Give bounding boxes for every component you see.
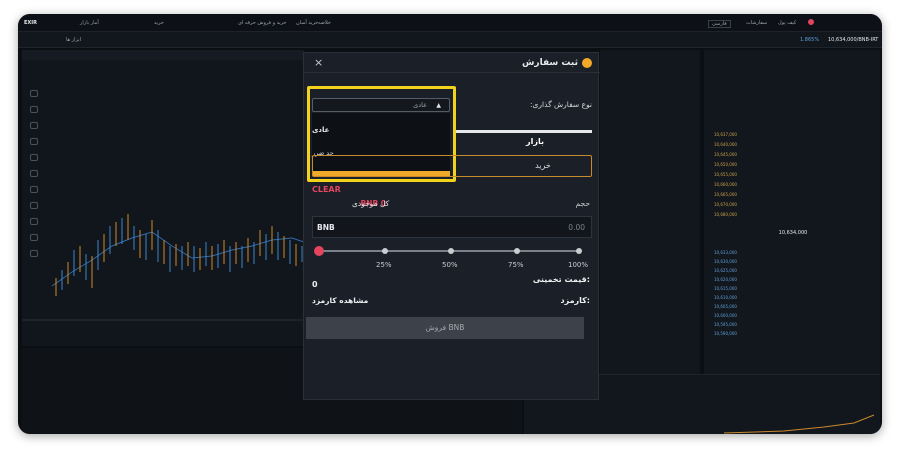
balance-label: کل موجودی xyxy=(352,199,390,208)
nav-orders[interactable]: سفارشات xyxy=(746,20,767,26)
order-book-row[interactable]: 10,595,000 xyxy=(714,322,872,328)
pattern-icon[interactable] xyxy=(30,154,38,161)
estimated-price-label: قیمت تخمینی: xyxy=(532,275,590,284)
eye-icon[interactable] xyxy=(30,234,38,241)
app-window: EXIR آمار بازار خرید خرید و فروش حرفه ای… xyxy=(18,14,882,434)
notification-icon[interactable] xyxy=(808,19,814,25)
order-book-row[interactable]: 10,620,000 xyxy=(714,277,872,283)
pair-price: 10,634,000/BNB-IRT xyxy=(828,37,879,43)
measure-icon[interactable] xyxy=(30,170,38,177)
estimated-price-value: 0 xyxy=(312,280,318,289)
language-select[interactable]: فارسی xyxy=(708,20,731,28)
slider-label-100: 100% xyxy=(568,261,589,269)
slider-label-50: 50% xyxy=(442,261,458,269)
order-book-row[interactable]: 10,630,000 xyxy=(714,259,872,265)
place-order-modal: ثبت سفارش × نوع سفارش گذاری: عادی ▲ عادی… xyxy=(303,52,600,400)
trendline-icon[interactable] xyxy=(30,106,38,113)
amount-unit: BNB xyxy=(317,223,335,232)
slider-handle[interactable] xyxy=(314,246,324,256)
logo: EXIR xyxy=(24,20,37,26)
trash-icon[interactable] xyxy=(30,250,38,257)
order-book-row[interactable]: 10,670,000 xyxy=(714,202,872,208)
order-book-row[interactable]: 10,605,000 xyxy=(714,304,872,310)
modal-title: ثبت سفارش xyxy=(521,58,578,68)
order-book-last-price: 10,634,000 xyxy=(778,230,808,236)
order-book-row[interactable]: 10,645,000 xyxy=(714,152,872,158)
order-book-row[interactable]: 10,600,000 xyxy=(714,313,872,319)
nav-item-summary[interactable]: خلاصه xyxy=(318,20,331,26)
order-book-row[interactable]: 10,640,000 xyxy=(714,142,872,148)
view-fee-link[interactable]: مشاهده کارمزد xyxy=(312,296,368,305)
top-navbar: EXIR آمار بازار خرید خرید و فروش حرفه ای… xyxy=(18,14,882,32)
order-book-row[interactable]: 10,590,000 xyxy=(714,331,872,337)
order-type-label: نوع سفارش گذاری: xyxy=(530,100,592,109)
clear-button[interactable]: CLEAR xyxy=(312,185,341,194)
nav-item-buy[interactable]: خرید xyxy=(154,20,164,26)
crosshair-icon[interactable] xyxy=(30,90,38,97)
tab-market[interactable]: بازار xyxy=(526,137,544,146)
order-book-row[interactable]: 10,655,000 xyxy=(714,172,872,178)
magnet-icon[interactable] xyxy=(30,202,38,209)
lock-icon[interactable] xyxy=(30,218,38,225)
slider-label-75: 75% xyxy=(508,261,524,269)
order-book-row[interactable]: 10,610,000 xyxy=(714,295,872,301)
amount-value: 0.00 xyxy=(568,223,585,232)
slider-stop-50[interactable] xyxy=(448,248,454,254)
buy-toggle-button[interactable]: خرید xyxy=(312,155,592,177)
volume-label: حجم xyxy=(575,199,590,208)
amount-input[interactable]: BNB 0.00 xyxy=(312,216,592,238)
text-icon[interactable] xyxy=(30,138,38,145)
price-change: 1.865% xyxy=(800,37,820,43)
drawing-toolbar xyxy=(30,90,40,340)
order-book-row[interactable]: 10,633,000 xyxy=(714,250,872,256)
modal-header: ثبت سفارش × xyxy=(304,53,600,73)
fee-label: کارمزد: xyxy=(560,296,591,305)
slider-stop-100[interactable] xyxy=(576,248,582,254)
slider-stop-25[interactable] xyxy=(382,248,388,254)
nav-item-pro-trade[interactable]: خرید و فروش حرفه ای xyxy=(238,20,287,26)
order-book-row[interactable]: 10,637,000 xyxy=(714,132,872,138)
candlestick-chart xyxy=(22,214,304,321)
nav-item-stats[interactable]: آمار بازار xyxy=(80,20,99,26)
nav-item-easy-buy[interactable]: خرید آسان xyxy=(296,20,318,26)
sell-bnb-button[interactable]: فروش BNB xyxy=(306,317,584,339)
sub-toolbar: ابزار ها 1.865% 10,634,000/BNB-IRT xyxy=(18,32,882,48)
close-icon[interactable]: × xyxy=(314,56,323,69)
tools-label[interactable]: ابزار ها xyxy=(66,37,81,43)
order-book-row[interactable]: 10,625,000 xyxy=(714,268,872,274)
slider-stop-75[interactable] xyxy=(514,248,520,254)
tab-indicator xyxy=(456,130,592,133)
order-book-row[interactable]: 10,615,000 xyxy=(714,286,872,292)
price-chart-panel xyxy=(22,50,304,346)
trade-form-panel xyxy=(600,50,700,378)
zoom-icon[interactable] xyxy=(30,186,38,193)
order-book-row[interactable]: 10,650,000 xyxy=(714,162,872,168)
brush-icon[interactable] xyxy=(30,122,38,129)
order-book-row[interactable]: 10,680,000 xyxy=(714,212,872,218)
bnb-coin-icon xyxy=(582,58,592,68)
nav-wallet[interactable]: کیف پول xyxy=(778,20,796,26)
order-book-row[interactable]: 10,660,000 xyxy=(714,182,872,188)
order-book-row[interactable]: 10,665,000 xyxy=(714,192,872,198)
slider-label-25: 25% xyxy=(376,261,392,269)
buy-label: خرید xyxy=(535,161,551,170)
